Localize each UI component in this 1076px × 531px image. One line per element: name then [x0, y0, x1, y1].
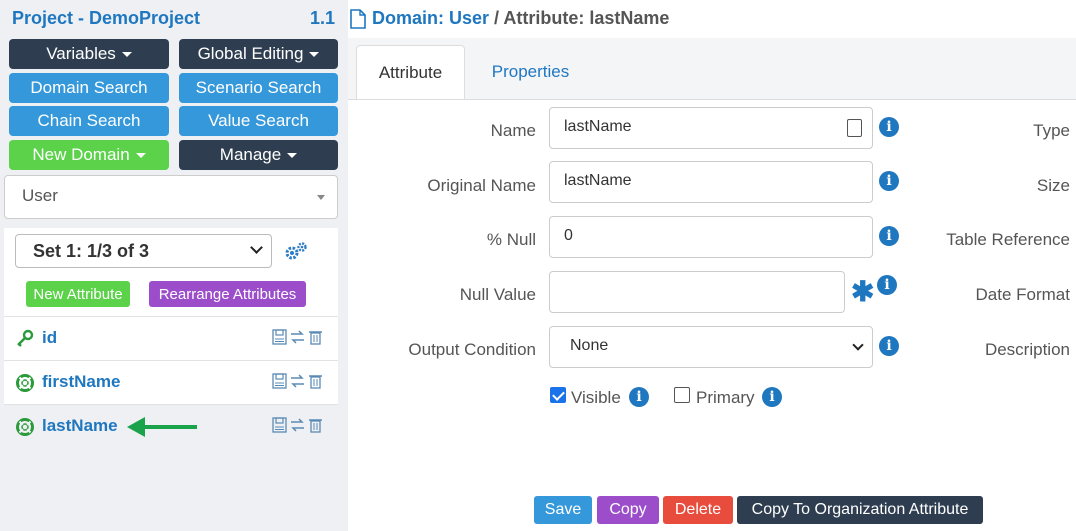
- variables-button[interactable]: Variables: [9, 39, 169, 69]
- attribute-actions: [272, 329, 323, 345]
- name-input-value: lastName: [564, 118, 632, 135]
- rearrange-attributes-button[interactable]: Rearrange Attributes: [149, 281, 306, 307]
- set-select-value: Set 1: 1/3 of 3: [33, 241, 150, 261]
- value-search-button[interactable]: Value Search: [179, 106, 338, 136]
- arrow-left-icon: [127, 417, 197, 437]
- null-value-input[interactable]: [549, 271, 845, 313]
- variables-button-label: Variables: [46, 44, 116, 63]
- tab-properties[interactable]: Properties: [473, 45, 588, 99]
- delete-button[interactable]: Delete: [663, 496, 733, 524]
- trash-icon[interactable]: [308, 329, 323, 345]
- original-name-input-value: lastName: [564, 172, 632, 189]
- swap-icon[interactable]: [290, 329, 305, 345]
- chevron-down-icon: [250, 241, 263, 254]
- primary-label: Primary: [696, 388, 755, 407]
- editor-area: Attribute Properties Name lastName i Typ…: [348, 38, 1076, 531]
- new-domain-button-label: New Domain: [32, 145, 130, 164]
- attribute-form: Name lastName i Type Original Name lastN…: [348, 99, 1076, 531]
- type-label: Type: [1033, 121, 1070, 140]
- swap-icon[interactable]: [290, 417, 305, 433]
- original-name-label: Original Name: [427, 176, 536, 195]
- output-condition-label: Output Condition: [408, 340, 536, 359]
- tab-attribute[interactable]: Attribute: [356, 45, 465, 100]
- info-icon[interactable]: i: [879, 336, 899, 356]
- breadcrumb-current: / Attribute: lastName: [489, 8, 670, 28]
- attribute-row-id[interactable]: id: [4, 316, 338, 360]
- set-select[interactable]: Set 1: 1/3 of 3: [15, 234, 272, 268]
- scenario-search-button[interactable]: Scenario Search: [179, 73, 338, 103]
- domain-search-button[interactable]: Domain Search: [9, 73, 169, 103]
- domain-select-value: User: [22, 186, 58, 205]
- null-percent-label: % Null: [486, 230, 536, 249]
- attribute-panel: Set 1: 1/3 of 3 New Attribute Rearrange …: [4, 228, 338, 448]
- asterisk-icon: ✱: [851, 276, 875, 307]
- copy-button[interactable]: Copy: [597, 496, 659, 524]
- date-format-label: Date Format: [975, 285, 1070, 304]
- lifebuoy-icon: [16, 418, 34, 436]
- manage-button[interactable]: Manage: [179, 140, 338, 170]
- caret-down-icon: [287, 152, 298, 158]
- global-editing-button-label: Global Editing: [197, 44, 304, 63]
- attribute-row-firstname[interactable]: firstName: [4, 360, 338, 404]
- attribute-name: firstName: [42, 372, 121, 391]
- info-icon[interactable]: i: [879, 171, 899, 191]
- contact-card-icon[interactable]: [847, 119, 862, 137]
- output-condition-select[interactable]: None: [549, 326, 873, 368]
- chain-search-button[interactable]: Chain Search: [9, 106, 169, 136]
- visible-label: Visible: [571, 388, 621, 407]
- info-icon[interactable]: i: [877, 275, 897, 295]
- right-panel: 1.1 Domain: User / Attribute: lastName A…: [310, 0, 1076, 531]
- primary-checkbox[interactable]: [674, 387, 690, 403]
- new-domain-button[interactable]: New Domain: [9, 140, 169, 170]
- domain-select[interactable]: User: [4, 175, 338, 219]
- manage-button-label: Manage: [219, 145, 282, 164]
- swap-icon[interactable]: [290, 373, 305, 389]
- attribute-row-lastname[interactable]: lastName: [4, 404, 338, 448]
- chevron-down-icon: [852, 339, 864, 351]
- null-percent-input[interactable]: 0: [549, 216, 873, 258]
- save-icon[interactable]: [272, 373, 287, 389]
- attribute-actions: [272, 373, 323, 389]
- document-icon: [350, 9, 366, 29]
- breadcrumb-domain-link[interactable]: Domain: User: [372, 8, 489, 28]
- new-attribute-button[interactable]: New Attribute: [26, 281, 130, 307]
- version-label: 1.1: [310, 8, 336, 28]
- trash-icon[interactable]: [308, 417, 323, 433]
- info-icon[interactable]: i: [879, 226, 899, 246]
- attribute-list: id firstName lastName: [4, 316, 338, 448]
- save-icon[interactable]: [272, 417, 287, 433]
- caret-down-icon: [121, 51, 132, 57]
- caret-down-icon: [135, 152, 146, 158]
- name-label: Name: [490, 121, 536, 140]
- save-icon[interactable]: [272, 329, 287, 345]
- project-title[interactable]: Project - DemoProject: [12, 8, 200, 29]
- info-icon[interactable]: i: [762, 387, 782, 407]
- attribute-name: lastName: [42, 416, 118, 435]
- key-icon: [17, 329, 34, 347]
- original-name-input[interactable]: lastName: [549, 161, 873, 203]
- info-icon[interactable]: i: [879, 117, 899, 137]
- description-label: Description: [984, 340, 1070, 359]
- visible-checkbox[interactable]: [550, 387, 566, 403]
- name-input[interactable]: lastName: [549, 107, 873, 149]
- global-editing-button[interactable]: Global Editing: [179, 39, 338, 69]
- dropdown-arrow-icon: [317, 195, 325, 200]
- lifebuoy-icon: [16, 374, 34, 392]
- null-value-label: Null Value: [459, 285, 536, 304]
- copy-to-organization-button[interactable]: Copy To Organization Attribute: [737, 496, 983, 524]
- null-percent-input-value: 0: [564, 227, 573, 244]
- gears-icon[interactable]: [284, 241, 308, 261]
- output-condition-value: None: [570, 337, 609, 354]
- info-icon[interactable]: i: [629, 387, 649, 407]
- table-reference-label: Table Reference: [946, 230, 1070, 249]
- attribute-name: id: [42, 328, 58, 347]
- trash-icon[interactable]: [308, 373, 323, 389]
- caret-down-icon: [309, 51, 320, 57]
- attribute-actions: [272, 417, 323, 433]
- left-panel: Project - DemoProject Variables Global E…: [0, 0, 348, 531]
- size-label: Size: [1036, 176, 1070, 195]
- breadcrumb: 1.1 Domain: User / Attribute: lastName: [310, 8, 1076, 30]
- save-button[interactable]: Save: [534, 496, 592, 524]
